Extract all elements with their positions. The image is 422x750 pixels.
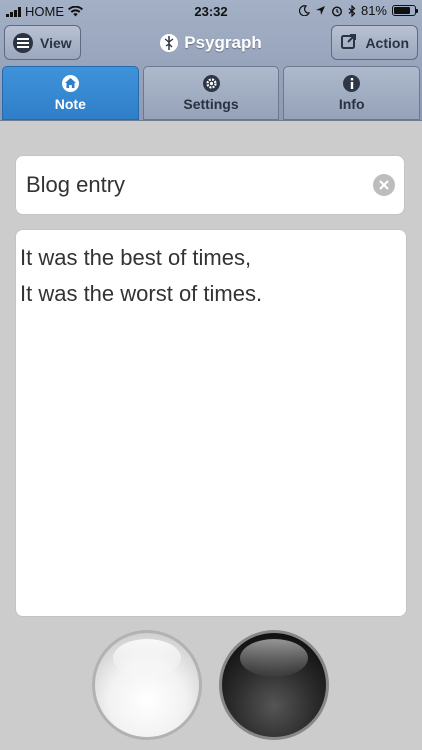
bluetooth-icon [348, 4, 356, 17]
status-right: 81% [298, 3, 418, 18]
action-button-label: Action [365, 34, 409, 51]
moon-icon [298, 5, 310, 16]
app-title-text: Psygraph [184, 33, 262, 52]
note-title-input[interactable] [26, 172, 356, 198]
home-icon [61, 74, 79, 92]
battery-percent: 81% [360, 3, 387, 18]
app-header: HOME 23:32 81% View Psygraph Action Note… [0, 0, 422, 121]
status-bar: HOME 23:32 81% [0, 0, 422, 22]
note-title-field [15, 155, 405, 215]
tab-bar: Note Settings Info [2, 66, 421, 120]
clear-icon[interactable] [373, 174, 395, 196]
note-body-textarea[interactable]: It was the best of times, It was the wor… [15, 229, 407, 617]
share-icon [340, 32, 358, 53]
tab-note-label: Note [54, 95, 86, 112]
white-orb-button[interactable] [92, 630, 202, 740]
battery-fill [394, 7, 411, 14]
gear-icon [202, 74, 220, 92]
black-orb-button[interactable] [219, 630, 329, 740]
psygraph-logo-icon [160, 34, 179, 52]
note-body-line: It was the best of times, [20, 245, 252, 270]
location-arrow-icon [315, 6, 325, 15]
tab-note[interactable]: Note [2, 66, 139, 120]
note-body-line: It was the worst of times. [20, 281, 263, 306]
tab-info[interactable]: Info [283, 66, 421, 120]
tab-info-label: Info [338, 95, 365, 112]
info-icon [343, 74, 361, 92]
tab-settings-label: Settings [183, 95, 239, 112]
battery-icon [392, 5, 418, 16]
tab-settings[interactable]: Settings [142, 66, 280, 120]
action-button[interactable]: Action [331, 25, 418, 60]
alarm-icon [331, 5, 342, 17]
